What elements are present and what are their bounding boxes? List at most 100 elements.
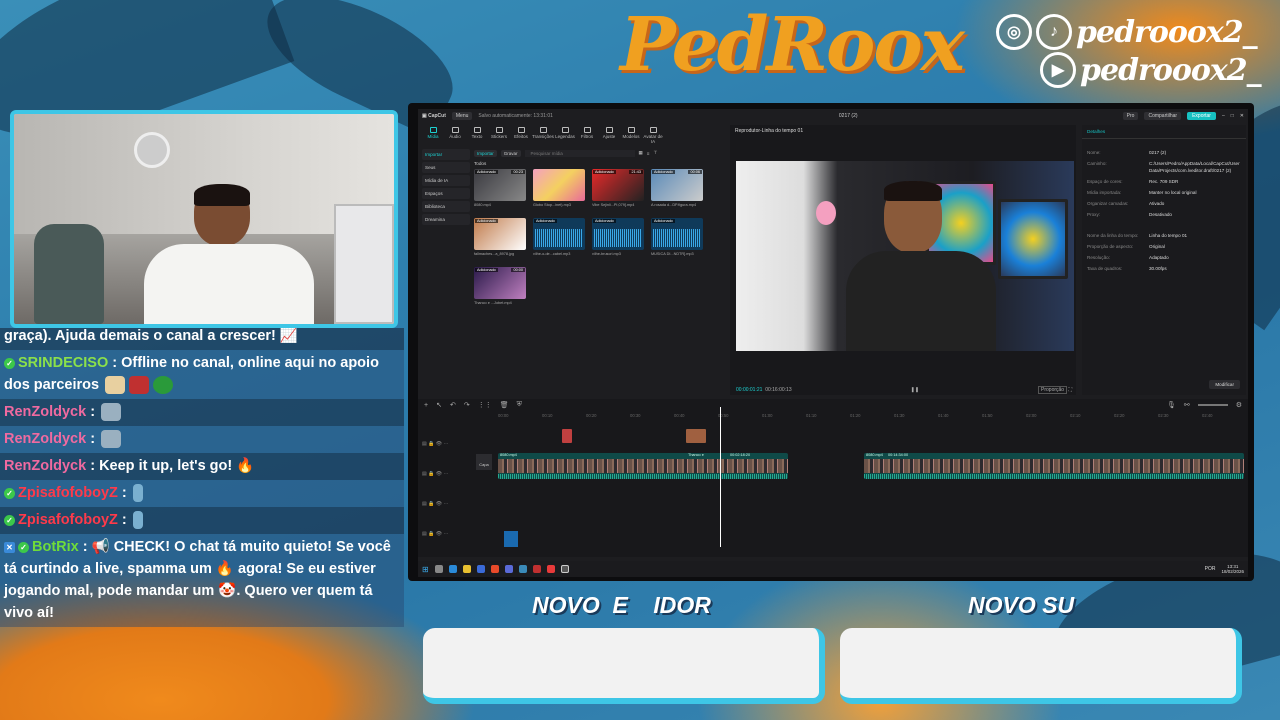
sticker-clip[interactable]	[686, 429, 706, 443]
media-nav-item[interactable]: Biblioteca	[422, 201, 470, 212]
obs-icon[interactable]	[532, 565, 541, 573]
media-thumbnail[interactable]: Globo Stop...inet).mp3	[533, 169, 585, 207]
main-toolbar: Mídia Áudio Texto Stickers Efeitos Transições…	[418, 125, 726, 145]
tool-label: Mídia	[427, 134, 439, 139]
media-thumbnail[interactable]: Adicionado vilhe-o-de...cabel.mp3	[533, 218, 585, 256]
added-badge: Adicionado	[652, 170, 675, 174]
windows-start-icon[interactable]: ⊞	[422, 565, 429, 574]
tool-tab[interactable]: Legendas	[554, 125, 576, 145]
tool-tab[interactable]: Efeitos	[510, 125, 532, 145]
track-control-row[interactable]: ▤ 🔒 👁 ⋯	[422, 459, 482, 489]
ruler-tick: 00:20	[586, 413, 597, 418]
fullscreen-icon[interactable]: ⛶	[1068, 387, 1072, 393]
media-nav-item[interactable]: Seus	[422, 162, 470, 173]
screen-capture: ▣ CapCut Menu Salvo automaticamente: 13:…	[408, 103, 1254, 581]
player-title: Reprodutor-Linha do tempo 01	[735, 128, 804, 134]
tool-tab[interactable]: Mídia	[422, 125, 444, 145]
capcut-taskbar-icon[interactable]	[560, 565, 569, 573]
discord-icon[interactable]	[504, 565, 513, 573]
media-nav-item[interactable]: Espaços	[422, 188, 470, 199]
media-nav-item[interactable]: Importar	[422, 149, 470, 160]
link-icon[interactable]: ⚯	[1184, 401, 1190, 409]
added-badge: Adicionado	[593, 170, 616, 174]
filter-icon[interactable]: ⊤	[653, 150, 657, 156]
tool-label: Stickers	[490, 134, 507, 139]
chat-message: RenZoldyck : Keep it up, let's go! 🔥	[0, 453, 404, 480]
modify-button[interactable]: Modificar	[1209, 380, 1240, 389]
tool-tab[interactable]: Transições	[532, 125, 554, 145]
record-button[interactable]: Gravar	[500, 149, 521, 157]
view-toggle-icon[interactable]: ▦	[639, 150, 643, 156]
tool-tab[interactable]: Ajuste	[598, 125, 620, 145]
details-row: Resolução: Adaptado	[1082, 252, 1246, 263]
media-thumbnail[interactable]: Adicionado 00:06 A rosada d...DP.figura.mp…	[651, 169, 703, 207]
zoom-slider[interactable]	[1197, 404, 1228, 406]
app-icon[interactable]	[546, 565, 555, 573]
media-search-input[interactable]: Pesquisar mídia	[524, 149, 635, 157]
sticker-clip[interactable]	[562, 429, 572, 443]
tool-tab[interactable]: Modelos	[620, 125, 642, 145]
media-nav-item[interactable]: Dreamina	[422, 214, 470, 225]
duration-badge: 00:00	[511, 268, 525, 272]
tool-tab[interactable]: Avatar de IA	[642, 125, 664, 145]
search-icon[interactable]	[434, 565, 443, 573]
settings-icon[interactable]: ⚙	[1236, 401, 1242, 409]
media-thumbnail[interactable]: Adicionado MUSICA DI...NDTR].mp3	[651, 218, 703, 256]
edge-icon[interactable]	[448, 565, 457, 573]
minimize-icon[interactable]: –	[1222, 113, 1225, 119]
track-control-row[interactable]: ▤ 🔒 👁 ⋯	[422, 519, 482, 549]
tool-tab[interactable]: Texto	[466, 125, 488, 145]
video-clip[interactable]: 8080.mp4 00:14:34:00	[864, 453, 1244, 479]
pro-button[interactable]: Pro	[1122, 112, 1139, 120]
media-thumbnail[interactable]: Adicionado fallmaches...a_8978.jpg	[474, 218, 526, 256]
tool-label: Modelos	[622, 134, 640, 139]
cover-button[interactable]: Capa	[476, 454, 492, 470]
track-controls: ▤ 🔒 👁 ⋯ ▤ 🔒 👁 ⋯ ▤ 🔒 👁 ⋯ ▤ 🔒 👁 ⋯	[422, 429, 482, 549]
media-thumbnail[interactable]: Adicionado 21:43 Vibe Sejinli...PI,079].mp…	[592, 169, 644, 207]
menu-button[interactable]: Menu	[451, 112, 473, 120]
monitor-box	[334, 204, 394, 324]
added-badge: Adicionado	[534, 219, 557, 223]
media-nav-item[interactable]: Mídia de IA	[422, 175, 470, 186]
sort-icon[interactable]: ≡	[647, 151, 650, 156]
media-filter-all[interactable]: Todos	[474, 161, 724, 166]
chat-username: RenZoldyck	[4, 404, 87, 420]
add-icon[interactable]: +	[424, 402, 428, 409]
ratio-button[interactable]: Proporção	[1038, 386, 1068, 394]
delete-icon[interactable]: 🗑	[500, 401, 509, 409]
verified-icon: ✓	[4, 487, 15, 499]
undo-icon[interactable]: ↶	[450, 401, 456, 409]
video-clip[interactable]: 8080.mp4 Thanco e 00:02:18:20	[498, 453, 788, 479]
track-control-row[interactable]: ▤ 🔒 👁 ⋯	[422, 429, 482, 459]
tool-tab[interactable]: Stickers	[488, 125, 510, 145]
media-thumbnail[interactable]: Adicionado 00:00 Thanco e ...Jobet.mp4	[474, 267, 526, 305]
audio-clip[interactable]	[504, 531, 518, 547]
brave-icon[interactable]	[490, 565, 499, 573]
mic-icon[interactable]: 🎙	[1167, 401, 1176, 409]
details-key: Resolução:	[1087, 255, 1110, 260]
ruler-tick: 00:30	[630, 413, 641, 418]
media-filename: Globo Stop...inet).mp3	[533, 203, 571, 207]
select-icon[interactable]: ↖	[436, 401, 442, 409]
folder-icon[interactable]	[462, 565, 471, 573]
shield-icon[interactable]: ⛨	[517, 401, 522, 409]
share-button[interactable]: Compartilhar	[1144, 112, 1182, 120]
tool-label: Transições	[532, 134, 554, 139]
app-icon[interactable]	[518, 565, 527, 573]
export-button[interactable]: Exportar	[1187, 112, 1216, 120]
maximize-icon[interactable]: □	[1231, 113, 1234, 119]
redo-icon[interactable]: ↷	[464, 401, 470, 409]
play-icon[interactable]: ❚❚	[911, 387, 919, 393]
media-thumbnail[interactable]: Adicionado vilhe-bruscri.mp3	[592, 218, 644, 256]
import-button[interactable]: Importar	[474, 149, 497, 157]
close-icon[interactable]: ✕	[1240, 113, 1244, 119]
split-icon[interactable]: ⋮⋮	[478, 401, 492, 409]
tool-tab[interactable]: Áudio	[444, 125, 466, 145]
details-value: 30.00fps	[1149, 266, 1167, 271]
playhead[interactable]	[720, 407, 721, 547]
banner-right-box	[840, 628, 1242, 704]
track-control-row[interactable]: ▤ 🔒 👁 ⋯	[422, 489, 482, 519]
media-thumbnail[interactable]: Adicionado 00:23 8080.mp4	[474, 169, 526, 207]
tool-tab[interactable]: Filtros	[576, 125, 598, 145]
store-icon[interactable]	[476, 565, 485, 573]
